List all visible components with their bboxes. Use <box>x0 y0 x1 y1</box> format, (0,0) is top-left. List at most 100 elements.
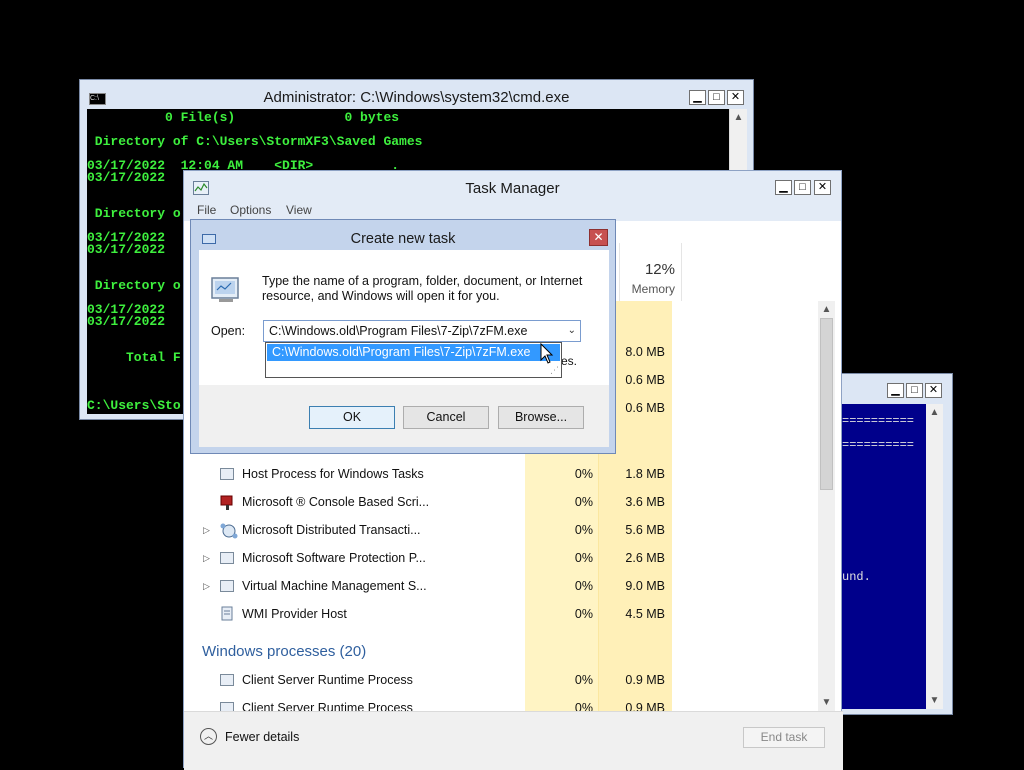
resize-grip-icon[interactable]: ⋰ <box>550 365 559 376</box>
process-memory: 0.9 MB <box>625 701 665 711</box>
process-cpu: 0% <box>574 673 593 687</box>
process-memory: 4.5 MB <box>625 607 665 621</box>
table-row[interactable]: ▷ Microsoft Software Protection P... 0% … <box>192 545 818 573</box>
maximize-button[interactable]: □ <box>906 383 923 398</box>
console-line: 03/17/2022 <box>87 170 166 185</box>
scroll-up-icon[interactable]: ▲ <box>818 301 835 318</box>
close-button[interactable]: ✕ <box>727 90 744 105</box>
scroll-down-icon[interactable]: ▼ <box>926 692 943 709</box>
memory-percent: 12% <box>644 261 675 278</box>
table-row[interactable]: ▷ Microsoft Distributed Transacti... 0% … <box>192 517 818 545</box>
table-row[interactable]: WMI Provider Host 0% 4.5 MB <box>192 601 818 629</box>
expand-chevron-icon[interactable]: ▷ <box>203 581 210 592</box>
expand-chevron-icon[interactable]: ▷ <box>203 525 210 536</box>
process-name: Microsoft Distributed Transacti... <box>242 523 421 537</box>
scroll-thumb[interactable] <box>820 318 833 490</box>
process-cpu: 0% <box>574 523 593 537</box>
chevron-up-icon[interactable]: ︿ <box>200 728 217 745</box>
console-line: ========== <box>842 414 915 428</box>
table-row[interactable]: Host Process for Windows Tasks 0% 1.8 MB <box>192 461 818 489</box>
autocomplete-item[interactable]: C:\Windows.old\Program Files\7-Zip\7zFM.… <box>267 344 560 361</box>
blue-console-window[interactable]: ▁ □ ✕ ========== ========== und. ▲ ▼ <box>841 373 953 715</box>
maximize-button[interactable]: □ <box>708 90 725 105</box>
menu-options[interactable]: Options <box>230 203 271 217</box>
process-cpu: 0% <box>574 579 593 593</box>
memory-column-header[interactable]: 12% Memory <box>619 243 682 301</box>
task-manager-footer: ︿ Fewer details End task <box>184 711 843 770</box>
process-list-scrollbar[interactable]: ▲ ▼ <box>818 301 835 711</box>
console-line: C:\Users\Sto <box>87 398 181 413</box>
process-memory: 5.6 MB <box>625 523 665 537</box>
wmi-icon <box>221 606 233 621</box>
fewer-details-link[interactable]: Fewer details <box>225 730 299 744</box>
minimize-button[interactable]: ▁ <box>689 90 706 105</box>
table-row[interactable]: Client Server Runtime Process 0% 0.9 MB <box>192 695 818 711</box>
console-line: Total F <box>87 350 181 365</box>
table-row[interactable]: Microsoft ® Console Based Scri... 0% 3.6… <box>192 489 818 517</box>
scroll-up-icon[interactable]: ▲ <box>926 404 943 421</box>
maximize-button[interactable]: □ <box>794 180 811 195</box>
blue-scrollbar[interactable]: ▲ ▼ <box>926 404 943 709</box>
process-memory: 1.8 MB <box>625 467 665 481</box>
open-input[interactable]: C:\Windows.old\Program Files\7-Zip\7zFM.… <box>269 324 527 338</box>
end-task-button[interactable]: End task <box>743 727 825 748</box>
minimize-button[interactable]: ▁ <box>775 180 792 195</box>
cancel-button[interactable]: Cancel <box>403 406 489 429</box>
process-name: Microsoft Software Protection P... <box>242 551 426 565</box>
memory-label: Memory <box>631 282 675 296</box>
close-button[interactable]: ✕ <box>589 229 608 246</box>
window-app-icon <box>220 468 234 480</box>
process-cpu: 0% <box>574 607 593 621</box>
task-manager-titlebar[interactable]: Task Manager ▁ □ ✕ <box>184 171 841 201</box>
script-icon <box>220 495 233 510</box>
table-row[interactable]: Client Server Runtime Process 0% 0.9 MB <box>192 667 818 695</box>
process-name: Microsoft ® Console Based Scri... <box>242 495 430 509</box>
window-app-icon <box>220 580 234 592</box>
open-combobox[interactable]: C:\Windows.old\Program Files\7-Zip\7zFM.… <box>263 320 581 342</box>
dialog-titlebar[interactable]: Create new task ✕ <box>191 220 615 250</box>
scroll-up-icon[interactable]: ▲ <box>730 109 747 126</box>
ok-button[interactable]: OK <box>309 406 395 429</box>
minimize-button[interactable]: ▁ <box>887 383 904 398</box>
process-name: Client Server Runtime Process <box>242 673 413 687</box>
cmd-titlebar[interactable]: C:\ Administrator: C:\Windows\system32\c… <box>80 80 753 108</box>
window-app-icon <box>220 702 234 711</box>
run-program-icon <box>211 277 239 302</box>
cmd-title: Administrator: C:\Windows\system32\cmd.e… <box>263 89 570 106</box>
console-line: 03/17/2022 <box>87 314 166 329</box>
close-button[interactable]: ✕ <box>814 180 831 195</box>
create-new-task-dialog[interactable]: Create new task ✕ Type the name of a pro… <box>190 219 616 454</box>
process-name: Virtual Machine Management S... <box>242 579 427 593</box>
expand-chevron-icon[interactable]: ▷ <box>203 553 210 564</box>
process-memory: 0.9 MB <box>625 673 665 687</box>
process-cpu: 0% <box>574 467 593 481</box>
scroll-down-icon[interactable]: ▼ <box>818 694 835 711</box>
close-button[interactable]: ✕ <box>925 383 942 398</box>
open-label: Open: <box>211 324 246 338</box>
console-line: und. <box>842 570 871 584</box>
menu-file[interactable]: File <box>197 203 216 217</box>
browse-button[interactable]: Browse... <box>498 406 584 429</box>
console-line: Directory o <box>87 278 181 293</box>
console-line: 0 File(s) 0 bytes <box>87 110 400 125</box>
process-name: WMI Provider Host <box>242 607 347 621</box>
console-line: Directory o <box>87 206 181 221</box>
process-name: Client Server Runtime Process <box>242 701 413 711</box>
mouse-cursor-icon <box>540 343 554 364</box>
chevron-down-icon[interactable]: ⌄ <box>568 325 576 336</box>
blue-console[interactable]: ========== ========== und. <box>842 404 926 709</box>
window-app-icon <box>220 552 234 564</box>
menu-view[interactable]: View <box>286 203 312 217</box>
autocomplete-dropdown[interactable]: C:\Windows.old\Program Files\7-Zip\7zFM.… <box>265 342 562 378</box>
task-manager-title: Task Manager <box>465 180 560 197</box>
table-row[interactable]: ▷ Virtual Machine Management S... 0% 9.0… <box>192 573 818 601</box>
group-header-windows-processes[interactable]: Windows processes (20) <box>202 643 366 660</box>
process-cpu: 0% <box>574 551 593 565</box>
process-cpu: 0% <box>574 495 593 509</box>
dialog-title: Create new task <box>350 231 456 247</box>
process-cpu: 0% <box>574 701 593 711</box>
process-name: Host Process for Windows Tasks <box>242 467 424 481</box>
process-memory: 9.0 MB <box>625 579 665 593</box>
console-line: Directory of C:\Users\StormXF3\Saved Gam… <box>87 134 423 149</box>
process-memory: 2.6 MB <box>625 551 665 565</box>
